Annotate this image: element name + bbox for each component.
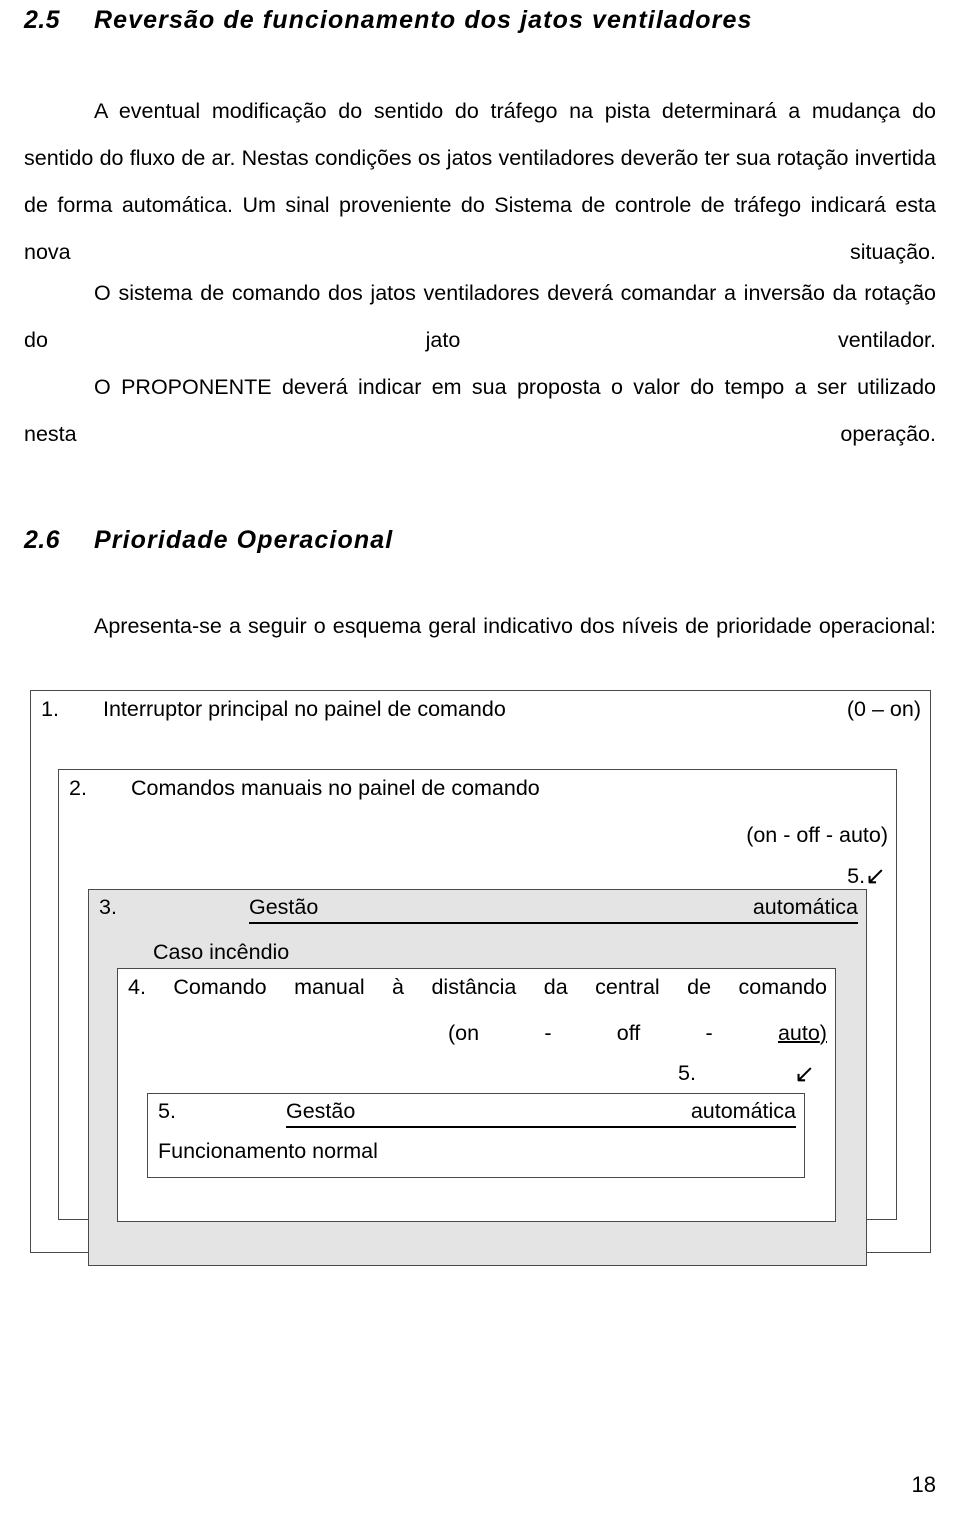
paragraph-3: O PROPONENTE deverá indicar em sua propo… (24, 375, 936, 446)
section-heading-2-5: 2.5 Reversão de funcionamento dos jatos v… (24, 8, 752, 33)
priority-level-5-label: Funcionamento normal (158, 1139, 378, 1163)
priority-level-2-next-number: 5. (847, 864, 866, 888)
priority-level-4-next-number: 5. (678, 1061, 696, 1085)
section-number: 2.5 (24, 6, 60, 34)
priority-level-4-word-3: à (392, 975, 405, 999)
section-heading-2-6: 2.6 Prioridade Operacional (24, 528, 393, 553)
priority-level-4-index: 4. (128, 975, 146, 999)
priority-level-4-states-auto: auto (777, 1021, 820, 1045)
section-number: 2.6 (24, 526, 60, 554)
priority-level-1-states: (0 – on) (846, 697, 921, 721)
priority-level-4-states-sep-2: - (705, 1021, 713, 1045)
priority-level-2-next-ref: 5.↙ (847, 863, 886, 890)
priority-box-level-5: 5. Gestão automática Funcionamento norma… (147, 1093, 805, 1178)
paragraph-4: Apresenta-se a seguir o esquema geral in… (94, 614, 936, 638)
priority-level-3-title-right: automática (752, 895, 858, 919)
section-title: Reversão de funcionamento dos jatos vent… (93, 6, 753, 34)
priority-level-4-word-4: distância (431, 975, 517, 999)
down-left-arrow-icon: ↙ (865, 862, 886, 890)
priority-level-2-index: 2. (69, 776, 87, 800)
page-number: 18 (911, 1472, 936, 1497)
priority-level-5-title-right: automática (690, 1099, 796, 1123)
priority-level-1-index: 1. (41, 697, 59, 721)
priority-level-1-label: Interruptor principal no painel de coman… (103, 697, 506, 721)
priority-level-1-row: 1. Interruptor principal no painel de co… (41, 697, 506, 723)
section-title: Prioridade Operacional (93, 526, 394, 554)
priority-level-4-word-8: comando (738, 975, 827, 999)
priority-level-4-word-5: da (543, 975, 568, 999)
priority-level-3-title-left: Gestão (249, 895, 319, 919)
priority-level-5-title-row: 5. Gestão automática (158, 1099, 796, 1128)
priority-level-4-word-6: central (595, 975, 660, 999)
priority-level-2-label: Comandos manuais no painel de comando (131, 776, 540, 800)
priority-level-5-title: Gestão automática (286, 1099, 796, 1128)
priority-level-3-title-row: 3. Gestão automática (99, 895, 858, 924)
priority-level-4-next-ref: 5. ↙ (678, 1061, 815, 1087)
priority-level-4-states-sep-1: - (544, 1021, 552, 1045)
down-left-arrow-icon: ↙ (794, 1060, 815, 1088)
priority-level-4-word-1: Comando (173, 975, 267, 999)
document-page: 2.5 Reversão de funcionamento dos jatos v… (0, 0, 960, 1523)
priority-level-5-index: 5. (158, 1099, 176, 1123)
priority-level-3-title: Gestão automática (249, 895, 858, 924)
priority-level-4-states-off: off (616, 1021, 641, 1045)
priority-level-4-states-auto-group: auto) (778, 1021, 827, 1047)
priority-level-4-word-7: de (687, 975, 712, 999)
priority-level-3-label: Caso incêndio (153, 940, 290, 964)
priority-level-4-word-2: manual (294, 975, 365, 999)
priority-level-4-row: 4. Comando manual à distância da central… (128, 975, 827, 1001)
priority-level-4-states-on: (on (448, 1021, 480, 1045)
priority-level-4-states-paren: ) (819, 1021, 827, 1045)
priority-level-3-index: 3. (99, 895, 117, 919)
priority-level-4-states: (on - off - auto) (448, 1021, 827, 1047)
priority-level-2-states: (on - off - auto) (746, 823, 888, 847)
priority-level-5-title-left: Gestão (286, 1099, 356, 1123)
priority-level-2-row: 2. Comandos manuais no painel de comando (69, 776, 540, 802)
